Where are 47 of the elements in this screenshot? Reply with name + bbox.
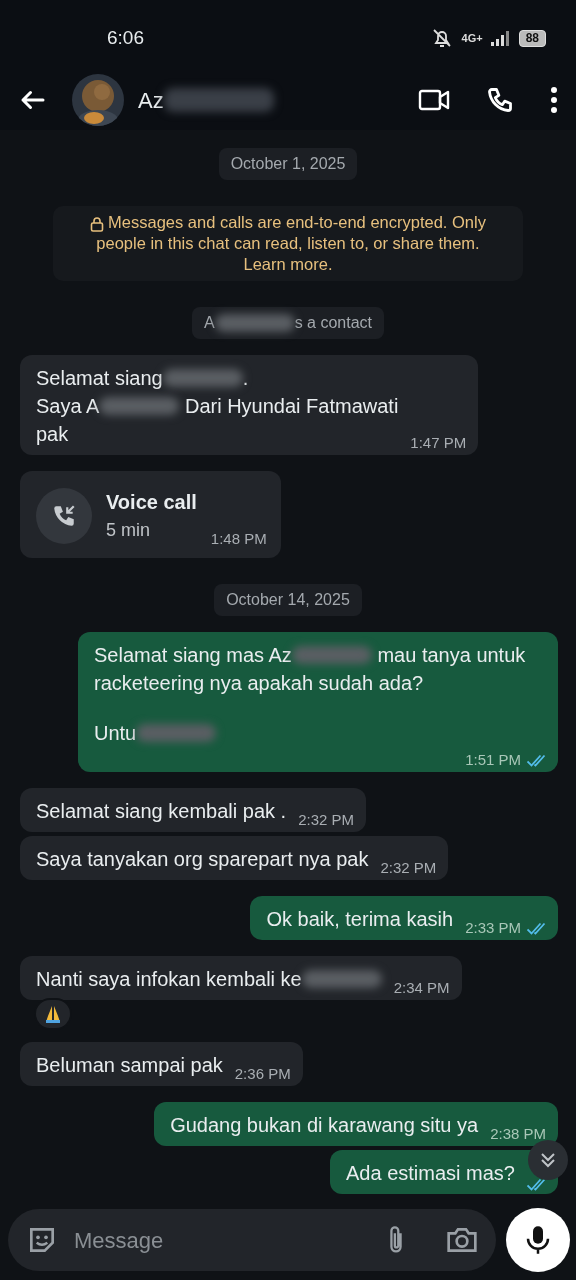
phone-icon[interactable] <box>486 86 514 114</box>
message-time: 1:48 PM <box>210 530 267 548</box>
message-time: 1:47 PM <box>410 434 467 452</box>
scroll-down-button[interactable] <box>528 1140 568 1180</box>
message-input[interactable]: Message <box>8 1209 496 1271</box>
message-text: Selamat siang mas Az <box>94 643 292 668</box>
contact-name[interactable]: Az <box>138 83 164 117</box>
message-time: 2:34 PM <box>393 979 450 997</box>
date-chip: October 14, 2025 <box>214 584 362 616</box>
system-message-text: s a contact <box>294 313 372 333</box>
encryption-notice: Messages and calls are end-to-end encrypted. Only people in this chat can read, listen to, or share them. Learn more. <box>53 206 523 281</box>
message-text: Selamat siang kembali pak . <box>36 799 287 824</box>
message-time: 2:32 PM <box>380 859 437 877</box>
network-label: 4G+ <box>461 30 483 46</box>
system-message-text: A <box>203 313 215 333</box>
date-chip: October 1, 2025 <box>218 148 358 180</box>
message-time: 2:33 PM <box>465 919 521 937</box>
message-time: 1:51 PM <box>465 751 521 769</box>
message-text: pak <box>36 422 69 447</box>
message-text: Saya A <box>36 394 100 419</box>
message-text: Untu <box>94 721 137 746</box>
message-text: Beluman sampai pak <box>36 1053 223 1078</box>
message-text: Ok baik, terima kasih <box>266 907 454 932</box>
microphone-icon <box>525 1225 551 1255</box>
message-time: 2:36 PM <box>234 1065 291 1083</box>
learn-more-link[interactable]: Learn more. <box>243 255 333 273</box>
call-duration: 5 min <box>106 519 151 542</box>
message-time: 2:32 PM <box>298 811 354 829</box>
battery-indicator: 88 <box>518 29 546 47</box>
message-text: Ada estimasi mas? <box>346 1161 515 1186</box>
signal-icon <box>490 30 511 46</box>
lock-icon <box>90 215 105 232</box>
message-text: racketeering nya apakah sudah ada? <box>94 671 424 696</box>
incoming-call-icon <box>51 503 77 529</box>
message-text: mau tanya untuk <box>376 643 526 668</box>
message-text: . <box>242 366 249 391</box>
message-text: Dari Hyundai Fatmawati <box>183 394 399 419</box>
message-text: Saya tanyakan org sparepart nya pak <box>36 847 369 872</box>
double-chevron-down-icon <box>538 1150 558 1170</box>
message-text: Selamat siang <box>36 366 163 391</box>
camera-icon[interactable] <box>446 1226 478 1254</box>
message-text: Nanti saya infokan kembali ke <box>36 967 302 992</box>
status-time: 6:06 <box>107 25 144 50</box>
message-time: 2:38 PM <box>490 1125 546 1143</box>
message-text: Gudang bukan di karawang situ ya <box>170 1113 479 1138</box>
more-options-icon[interactable] <box>550 86 558 114</box>
call-title: Voice call <box>106 490 197 515</box>
